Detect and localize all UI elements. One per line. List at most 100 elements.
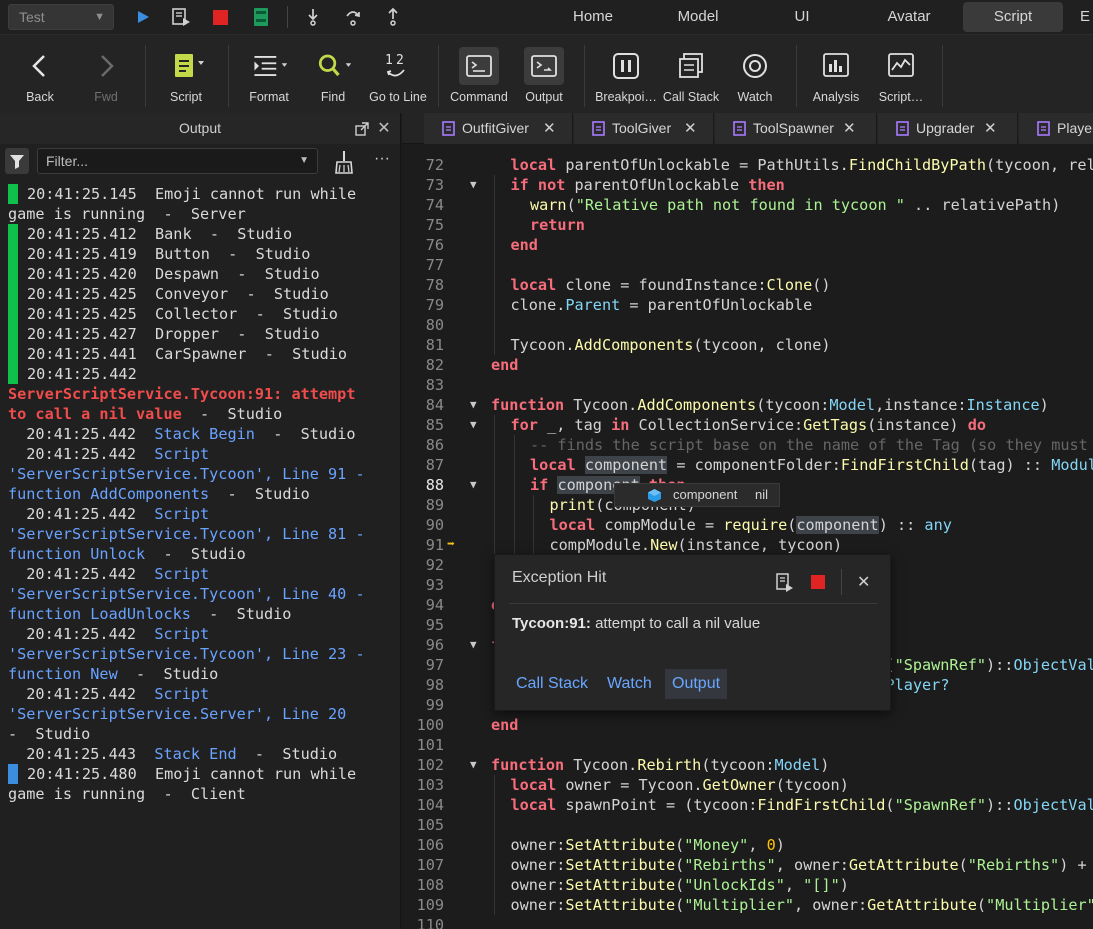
line-number[interactable]: 81 [402, 335, 444, 355]
stop-icon[interactable] [210, 6, 232, 28]
code-line[interactable]: 72 local parentOfUnlockable = PathUtils.F… [402, 155, 1093, 175]
line-number[interactable]: 78 [402, 275, 444, 295]
analysis-button[interactable]: Analysis [808, 35, 864, 114]
code-line[interactable]: 84 ▼ function Tycoon.AddComponents(tycoon:… [402, 395, 1093, 415]
code-line[interactable]: 101 [402, 735, 1093, 755]
close-tab-icon[interactable]: ✕ [684, 113, 697, 144]
fold-chevron-icon[interactable]: ▼ [470, 175, 477, 195]
line-number[interactable]: 91 [402, 535, 444, 555]
script-tab-player[interactable]: Player [1019, 113, 1093, 144]
stack-trace-link[interactable]: Script [154, 565, 209, 583]
code-line[interactable]: 106 owner:SetAttribute("Money", 0) [402, 835, 1093, 855]
output-link[interactable]: Output [665, 669, 728, 699]
code-line[interactable]: 77 [402, 255, 1093, 275]
stack-trace-link[interactable]: Script [154, 505, 209, 523]
output-button[interactable]: Output [518, 35, 570, 114]
script-tab-upgrader[interactable]: Upgrader ✕ [878, 113, 1018, 144]
line-number[interactable]: 100 [402, 715, 444, 735]
line-number[interactable]: 89 [402, 495, 444, 515]
line-number[interactable]: 75 [402, 215, 444, 235]
line-number[interactable]: 97 [402, 655, 444, 675]
call-stack-button[interactable]: Call Stack [660, 35, 722, 114]
resume-script-icon[interactable] [170, 6, 192, 28]
line-number[interactable]: 93 [402, 575, 444, 595]
line-number[interactable]: 73 [402, 175, 444, 195]
line-number[interactable]: 101 [402, 735, 444, 755]
code-line[interactable]: 76 end [402, 235, 1093, 255]
fold-chevron-icon[interactable]: ▼ [470, 755, 477, 775]
code-line[interactable]: 105 [402, 815, 1093, 835]
watch-link[interactable]: Watch [600, 669, 659, 699]
command-button[interactable]: Command [446, 35, 512, 114]
find-button[interactable]: Find [308, 35, 358, 114]
clear-output-broom-icon[interactable] [331, 149, 355, 175]
stack-trace-link[interactable]: function New [8, 665, 118, 683]
breakpoints-button[interactable]: Breakpoi… [594, 35, 658, 114]
forward-button[interactable]: Fwd [80, 35, 132, 114]
line-number[interactable]: 88 [402, 475, 444, 495]
line-number[interactable]: 107 [402, 855, 444, 875]
close-tab-icon[interactable]: ✕ [984, 113, 997, 144]
line-number[interactable]: 84 [402, 395, 444, 415]
code-line[interactable]: 74 warn("Relative path not found in tycoo… [402, 195, 1093, 215]
line-number[interactable]: 109 [402, 895, 444, 915]
stack-trace-link[interactable]: Script [154, 625, 209, 643]
line-number[interactable]: 74 [402, 195, 444, 215]
code-line[interactable]: 107 owner:SetAttribute("Rebirths", owner:… [402, 855, 1093, 875]
line-number[interactable]: 76 [402, 235, 444, 255]
stack-trace-link[interactable]: Stack End [154, 745, 236, 763]
line-number[interactable]: 98 [402, 675, 444, 695]
filter-button[interactable] [5, 148, 29, 174]
line-number[interactable]: 105 [402, 815, 444, 835]
code-line[interactable]: 108 owner:SetAttribute("UnlockIds", "[]") [402, 875, 1093, 895]
go-to-line-button[interactable]: 12 Go to Line [366, 35, 430, 114]
fold-chevron-icon[interactable]: ▼ [470, 475, 477, 495]
line-number[interactable]: 83 [402, 375, 444, 395]
line-number[interactable]: 80 [402, 315, 444, 335]
stop-icon[interactable] [810, 574, 826, 590]
line-number[interactable]: 92 [402, 555, 444, 575]
step-over-icon[interactable] [342, 6, 364, 28]
line-number[interactable]: 86 [402, 435, 444, 455]
code-line[interactable]: 80 [402, 315, 1093, 335]
more-options-icon[interactable]: ··· [374, 150, 390, 168]
fold-chevron-icon[interactable]: ▼ [470, 395, 477, 415]
code-line[interactable]: 81 Tycoon.AddComponents(tycoon, clone) [402, 335, 1093, 355]
watch-button[interactable]: Watch [730, 35, 780, 114]
menu-tab-model[interactable]: Model [668, 2, 728, 32]
code-line[interactable]: 78 local clone = foundInstance:Clone() [402, 275, 1093, 295]
line-number[interactable]: 104 [402, 795, 444, 815]
menu-tab-script[interactable]: Script [963, 2, 1063, 32]
stack-trace-link[interactable]: 'ServerScriptService.Tycoon', Line 23 - [8, 645, 365, 663]
code-line[interactable]: 90 local compModule = require(component) … [402, 515, 1093, 535]
line-number[interactable]: 85 [402, 415, 444, 435]
stack-trace-link[interactable]: 'ServerScriptService.Server', Line 20 [8, 705, 346, 723]
close-tab-icon[interactable]: ✕ [543, 113, 556, 144]
code-line[interactable]: 109 owner:SetAttribute("Multiplier", owne… [402, 895, 1093, 915]
close-icon[interactable]: ✕ [857, 572, 870, 592]
fold-chevron-icon[interactable]: ▼ [470, 635, 477, 655]
code-line[interactable]: 73 ▼ if not parentOfUnlockable then [402, 175, 1093, 195]
code-line[interactable]: 75 return [402, 215, 1093, 235]
code-line[interactable]: 91 ➡ compModule.New(instance, tycoon) [402, 535, 1093, 555]
line-number[interactable]: 90 [402, 515, 444, 535]
pop-out-icon[interactable] [354, 121, 370, 137]
menu-tab-home[interactable]: Home [562, 2, 624, 32]
line-number[interactable]: 87 [402, 455, 444, 475]
script-tab-outfitgiver[interactable]: OutfitGiver ✕ [424, 113, 573, 144]
stack-trace-link[interactable]: Stack Begin [154, 425, 255, 443]
line-number[interactable]: 79 [402, 295, 444, 315]
line-number[interactable]: 72 [402, 155, 444, 175]
fold-chevron-icon[interactable]: ▼ [470, 415, 477, 435]
format-button[interactable]: Format [240, 35, 298, 114]
code-line[interactable]: 82 end [402, 355, 1093, 375]
stack-trace-link[interactable]: 'ServerScriptService.Tycoon', Line 81 - [8, 525, 365, 543]
play-icon[interactable] [132, 6, 154, 28]
script-tab-toolspawner[interactable]: ToolSpawner ✕ [715, 113, 877, 144]
code-line[interactable]: 85 ▼ for _, tag in CollectionService:GetTa… [402, 415, 1093, 435]
line-number[interactable]: 110 [402, 915, 444, 929]
script-tab-toolgiver[interactable]: ToolGiver ✕ [574, 113, 714, 144]
menu-tab-overflow[interactable]: E [1080, 2, 1093, 32]
line-number[interactable]: 95 [402, 615, 444, 635]
stack-trace-link[interactable]: 'ServerScriptService.Tycoon', Line 40 - [8, 585, 365, 603]
